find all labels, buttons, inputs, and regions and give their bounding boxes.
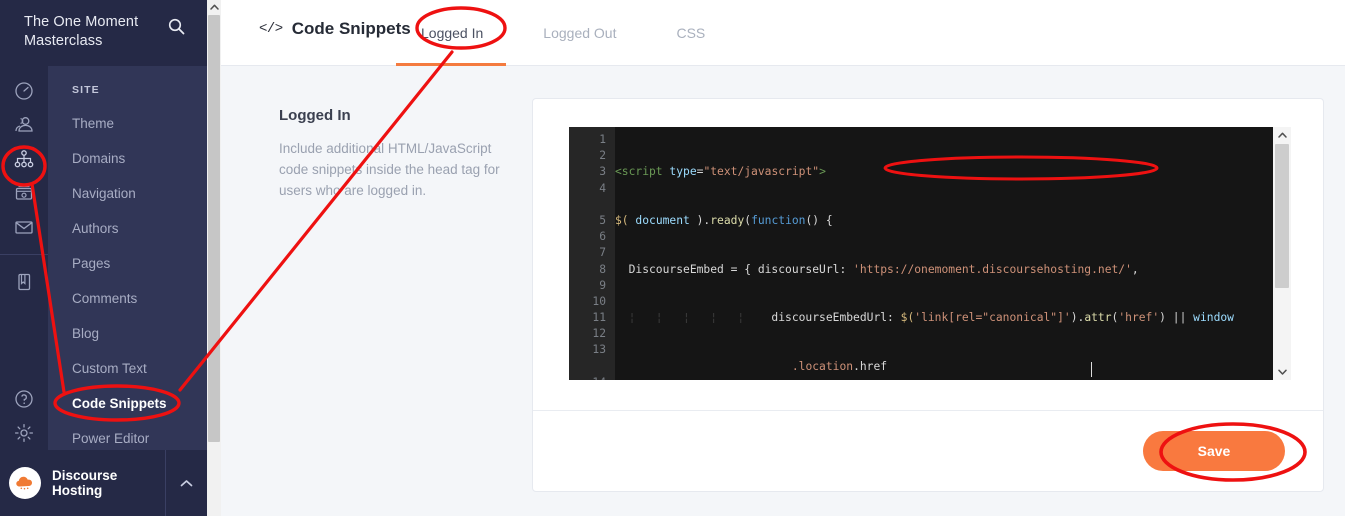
line-number: 14 [569, 375, 615, 380]
editor-scrollbar-thumb[interactable] [1275, 144, 1289, 288]
dashboard-icon[interactable] [0, 74, 48, 108]
main-area: </> Code Snippets Logged In Logged Out C… [221, 0, 1345, 516]
text-caret [1091, 362, 1092, 377]
line-number-list: 1 2 3 4 5 6 7 8 9 10 11 12 13 [569, 127, 615, 380]
chevron-up-icon[interactable] [207, 0, 221, 14]
page-title-wrap: </> Code Snippets [259, 19, 411, 39]
sidebar-item-custom-text[interactable]: Custom Text [48, 351, 207, 386]
icon-rail [0, 66, 48, 516]
code-line: .location.href [791, 359, 888, 373]
sidebar-item-authors[interactable]: Authors [48, 211, 207, 246]
account-name: Discourse Hosting [52, 468, 118, 498]
line-number: 2 [599, 149, 606, 163]
content-area: Logged In Include additional HTML/JavaSc… [221, 67, 1345, 516]
code-line: DiscourseEmbed = { discourseUrl: 'https:… [615, 262, 1139, 276]
editor-gutter: 1 2 3 4 5 6 7 8 9 10 11 12 13 [569, 127, 615, 380]
tab-css[interactable]: CSS [676, 0, 705, 66]
snippet-card: 1 2 3 4 5 6 7 8 9 10 11 12 13 <script ty… [532, 98, 1324, 492]
avatar [9, 467, 41, 499]
code-icon: </> [259, 21, 283, 37]
sidebar-item-theme[interactable]: Theme [48, 106, 207, 141]
sidebar: The One Moment Masterclass SITE Theme Do… [0, 0, 207, 516]
library-icon[interactable] [0, 265, 48, 299]
line-number: 3 [599, 165, 606, 179]
page-scrollbar-thumb[interactable] [208, 15, 220, 442]
card-divider [533, 410, 1323, 411]
code-editor[interactable]: 1 2 3 4 5 6 7 8 9 10 11 12 13 <script ty… [569, 127, 1291, 380]
line-number-blank [569, 359, 615, 375]
icon-rail-bottom [0, 382, 48, 450]
sidebar-item-domains[interactable]: Domains [48, 141, 207, 176]
code-line: <script type="text/javascript"> [615, 165, 826, 179]
code-text[interactable]: <script type="text/javascript"> $( docum… [615, 127, 1273, 380]
line-number: 7 [599, 246, 606, 260]
description-body: Include additional HTML/JavaScript code … [279, 141, 500, 198]
brand-title: The One Moment Masterclass [24, 14, 139, 49]
code-line: ¦ ¦ ¦ ¦ ¦ discourseEmbedUrl: $('link[rel… [615, 311, 1234, 325]
line-number: 13 [592, 343, 606, 357]
sidebar-item-navigation[interactable]: Navigation [48, 176, 207, 211]
site-submenu: SITE Theme Domains Navigation Authors Pa… [48, 66, 207, 450]
sidebar-item-pages[interactable]: Pages [48, 246, 207, 281]
sitemap-icon[interactable] [0, 142, 48, 176]
chevron-down-icon[interactable] [1273, 364, 1291, 380]
sidebar-item-blog[interactable]: Blog [48, 316, 207, 351]
description-block: Logged In Include additional HTML/JavaSc… [279, 107, 514, 201]
description-title: Logged In [279, 107, 351, 124]
brand-header: The One Moment Masterclass [0, 0, 207, 66]
search-icon[interactable] [168, 18, 185, 35]
app-root: The One Moment Masterclass SITE Theme Do… [0, 0, 1345, 516]
sidebar-item-comments[interactable]: Comments [48, 281, 207, 316]
line-number: 10 [592, 294, 606, 308]
line-number: 9 [599, 278, 606, 292]
tab-bar: Logged In Logged Out CSS [395, 0, 765, 66]
payments-icon[interactable] [0, 176, 48, 210]
rail-divider [0, 254, 48, 255]
tab-logged-out[interactable]: Logged Out [543, 0, 616, 66]
tab-logged-in[interactable]: Logged In [395, 0, 507, 66]
users-icon[interactable] [0, 108, 48, 142]
line-number: 4 [599, 181, 606, 195]
mail-icon[interactable] [0, 210, 48, 244]
line-number: 5 [599, 213, 606, 227]
line-number: 12 [592, 327, 606, 341]
page-title: Code Snippets [291, 19, 411, 38]
page-scrollbar[interactable] [207, 0, 221, 516]
icon-rail-top [0, 66, 48, 299]
settings-icon[interactable] [0, 416, 48, 450]
submenu-heading: SITE [72, 84, 100, 96]
line-number: 6 [599, 230, 606, 244]
line-number: 8 [599, 262, 606, 276]
sidebar-item-code-snippets[interactable]: Code Snippets [48, 386, 207, 421]
chevron-up-icon[interactable] [165, 450, 207, 516]
topbar: </> Code Snippets Logged In Logged Out C… [221, 0, 1345, 66]
help-icon[interactable] [0, 382, 48, 416]
code-line: $( document ).ready(function() { [615, 214, 833, 227]
editor-scrollbar[interactable] [1273, 127, 1291, 380]
account-bar[interactable]: Discourse Hosting [0, 450, 207, 516]
save-button[interactable]: Save [1143, 431, 1285, 471]
line-number: 11 [592, 311, 606, 325]
line-number-blank [569, 197, 615, 213]
chevron-up-icon[interactable] [1273, 127, 1291, 143]
line-number: 1 [599, 133, 606, 146]
